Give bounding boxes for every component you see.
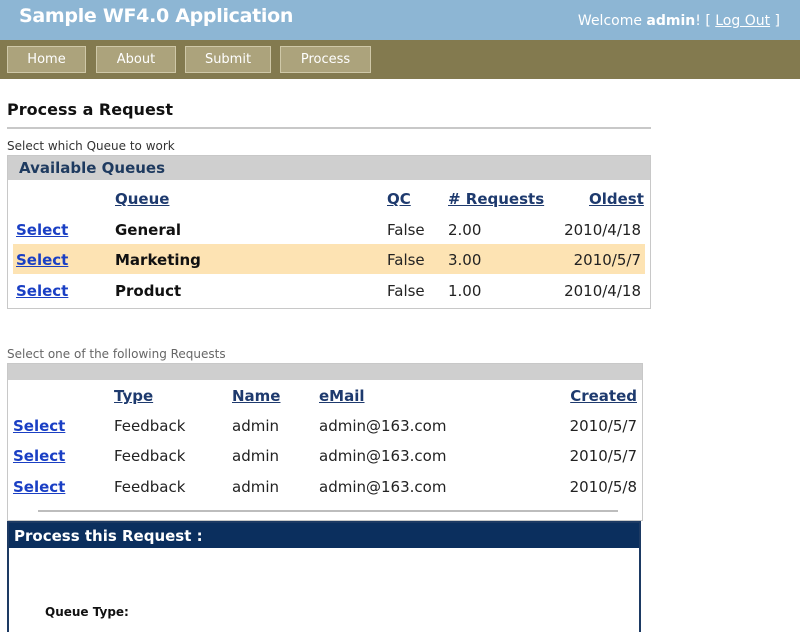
queues-panel-title: Available Queues (19, 159, 166, 177)
col-requests-header[interactable]: # Requests (448, 190, 544, 208)
app-header: Sample WF4.0 Application Welcome admin! … (0, 0, 800, 40)
requests-divider (38, 510, 618, 512)
login-status: Welcome admin! [ Log Out ] (578, 13, 780, 29)
request-name: admin (232, 417, 279, 435)
queue-oldest-date: 2010/5/7 (573, 251, 641, 269)
process-panel-header: Process this Request : (9, 523, 639, 549)
selected-row-highlight (13, 244, 645, 274)
queue-request-count: 1.00 (448, 282, 482, 300)
request-created-date: 2010/5/7 (569, 447, 637, 465)
title-divider (7, 127, 651, 129)
col-type-header[interactable]: Type (114, 387, 153, 405)
select-link[interactable]: Select (16, 251, 68, 269)
request-email: admin@163.com (319, 478, 447, 496)
requests-panel: Type Name eMail Created Select Feedback … (7, 363, 643, 521)
col-name-header[interactable]: Name (232, 387, 280, 405)
select-link[interactable]: Select (13, 447, 65, 465)
request-name: admin (232, 478, 279, 496)
welcome-prefix: Welcome (577, 13, 647, 29)
nav-home-button[interactable]: Home (7, 46, 86, 73)
col-qc-header[interactable]: QC (387, 190, 411, 208)
request-email: admin@163.com (319, 417, 447, 435)
select-link[interactable]: Select (16, 221, 68, 239)
queues-panel: Available Queues Queue QC # Requests Old… (7, 155, 651, 309)
request-type: Feedback (114, 478, 186, 496)
queue-oldest-date: 2010/4/18 (564, 221, 641, 239)
logout-suffix: ] (770, 13, 780, 29)
app-title: Sample WF4.0 Application (19, 5, 294, 27)
select-link[interactable]: Select (16, 282, 68, 300)
request-created-date: 2010/5/8 (569, 478, 637, 496)
queue-type-label: Queue Type: (45, 605, 129, 619)
process-panel-title: Process this Request : (14, 527, 203, 545)
main-nav: Home About Submit Process (0, 40, 800, 79)
requests-caption: Select one of the following Requests (7, 347, 226, 361)
queues-panel-header: Available Queues (8, 156, 650, 180)
queue-qc: False (387, 221, 425, 239)
request-type: Feedback (114, 417, 186, 435)
nav-about-button[interactable]: About (96, 46, 176, 73)
request-created-date: 2010/5/7 (569, 417, 637, 435)
page-title: Process a Request (7, 100, 173, 119)
logout-link[interactable]: Log Out (715, 13, 770, 29)
username: admin (646, 13, 696, 29)
queue-name: Product (115, 282, 182, 300)
col-oldest-header[interactable]: Oldest (589, 190, 644, 208)
col-email-header[interactable]: eMail (319, 387, 365, 405)
request-name: admin (232, 447, 279, 465)
col-queue-header[interactable]: Queue (115, 190, 169, 208)
nav-submit-button[interactable]: Submit (185, 46, 271, 73)
welcome-suffix: ! [ (695, 13, 716, 29)
queue-qc: False (387, 282, 425, 300)
requests-panel-header (8, 364, 642, 380)
request-email: admin@163.com (319, 447, 447, 465)
request-type: Feedback (114, 447, 186, 465)
queue-name: General (115, 221, 181, 239)
queue-oldest-date: 2010/4/18 (564, 282, 641, 300)
process-request-panel: Process this Request : Queue Type: (7, 521, 641, 632)
queue-qc: False (387, 251, 425, 269)
select-link[interactable]: Select (13, 478, 65, 496)
nav-process-button[interactable]: Process (280, 46, 371, 73)
queue-request-count: 2.00 (448, 221, 482, 239)
select-link[interactable]: Select (13, 417, 65, 435)
queue-caption: Select which Queue to work (7, 139, 175, 153)
col-created-header[interactable]: Created (570, 387, 637, 405)
queue-name: Marketing (115, 251, 201, 269)
queue-request-count: 3.00 (448, 251, 482, 269)
